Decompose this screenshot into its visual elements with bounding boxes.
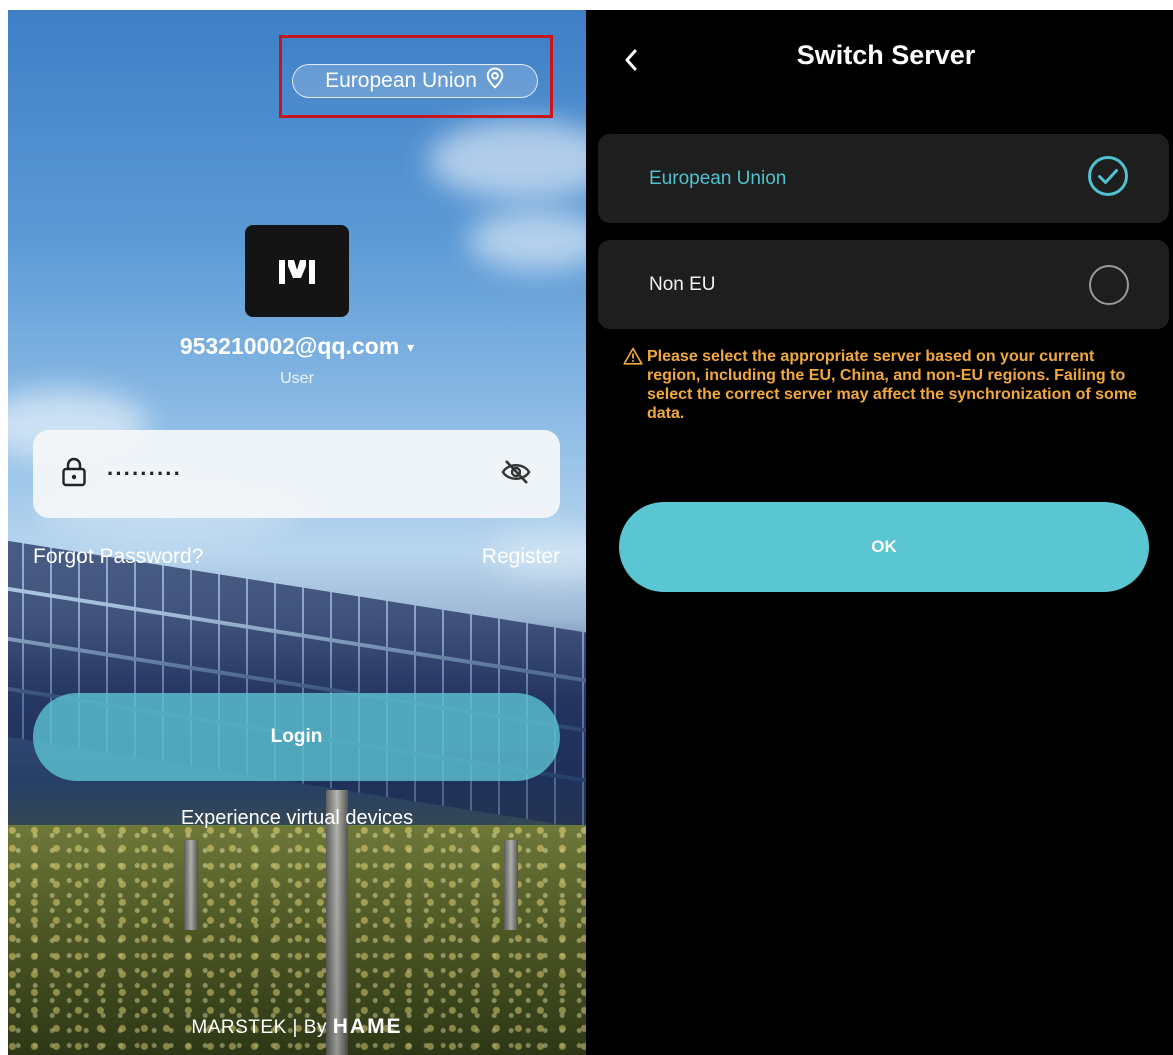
server-warning: Please select the appropriate server bas… — [623, 347, 1143, 423]
marstek-logo — [245, 225, 349, 317]
forgot-password-link[interactable]: Forgot Password? — [33, 545, 203, 569]
login-button[interactable]: Login — [33, 693, 560, 781]
ok-button-label: OK — [871, 537, 897, 556]
account-email: 953210002@qq.com — [179, 333, 400, 359]
server-option-european-union[interactable]: European Union — [598, 134, 1169, 223]
server-option-non-eu[interactable]: Non EU — [598, 240, 1169, 329]
eye-off-icon[interactable] — [500, 458, 532, 491]
caret-down-icon: ▾ — [407, 339, 415, 356]
register-link[interactable]: Register — [482, 545, 560, 569]
auth-links: Forgot Password? Register — [33, 545, 560, 569]
check-circle-icon — [1087, 155, 1129, 203]
region-selector-button[interactable]: European Union — [292, 64, 538, 98]
region-label: European Union — [325, 69, 477, 92]
password-input[interactable]: ········· — [107, 461, 480, 487]
page-title: Switch Server — [796, 40, 976, 70]
server-option-label: Non EU — [649, 273, 716, 295]
server-option-label: European Union — [649, 167, 787, 189]
location-icon — [485, 67, 505, 95]
account-role: User — [280, 370, 314, 387]
switch-server-screen: Switch Server European Union Non EU Plea… — [586, 10, 1173, 1055]
brand-separator: | — [292, 1017, 298, 1038]
virtual-devices-link[interactable]: Experience virtual devices — [8, 807, 586, 830]
account-selector[interactable]: 953210002@qq.com ▾ — [8, 333, 586, 360]
warning-text: Please select the appropriate server bas… — [647, 348, 1137, 422]
warning-icon — [623, 347, 643, 423]
background-shade — [8, 10, 586, 1055]
ok-button[interactable]: OK — [619, 502, 1149, 592]
brand-marstek: MARSTEK — [191, 1017, 287, 1038]
brand-hame: HAME — [332, 1015, 403, 1038]
radio-unselected-icon — [1089, 264, 1129, 305]
password-field[interactable]: ········· — [33, 430, 560, 518]
brand-by: By — [303, 1017, 327, 1038]
login-button-label: Login — [270, 726, 323, 747]
login-screen: European Union 953210002@qq.com▾ User · — [8, 10, 586, 1055]
brand-footer: MARSTEK | By HAME — [8, 1015, 586, 1039]
lock-icon — [61, 457, 87, 492]
